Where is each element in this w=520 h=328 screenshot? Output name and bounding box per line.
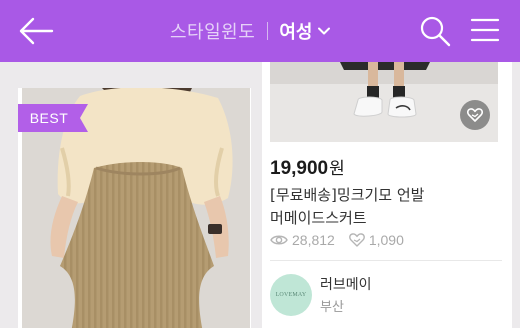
arrow-left-icon bbox=[19, 17, 54, 45]
seller-location: 부산 bbox=[320, 300, 344, 315]
price-value: 19,900 bbox=[270, 158, 329, 179]
best-badge: BEST bbox=[18, 104, 88, 132]
like-button[interactable] bbox=[460, 100, 490, 130]
seller-avatar-logo: LOVEMAY bbox=[275, 292, 307, 298]
like-count-value: 1,090 bbox=[368, 232, 404, 248]
product-name-line1: [무료배송]밍크기모 언발 bbox=[270, 186, 425, 204]
product-price: 19,900원 bbox=[270, 154, 345, 180]
seller-avatar: LOVEMAY bbox=[270, 274, 312, 316]
gender-filter-dropdown[interactable]: 여성 bbox=[279, 18, 331, 44]
back-button[interactable] bbox=[18, 15, 54, 47]
title-divider bbox=[267, 22, 269, 40]
like-count: 1,090 bbox=[348, 232, 404, 248]
heart-icon bbox=[348, 233, 365, 247]
search-icon bbox=[420, 16, 451, 47]
view-count: 28,812 bbox=[270, 232, 335, 248]
card-divider bbox=[270, 260, 502, 261]
heart-icon bbox=[467, 108, 483, 122]
gender-filter-label: 여성 bbox=[279, 22, 313, 43]
product-name-line2: 머메이드스커트 bbox=[270, 209, 367, 227]
menu-icon bbox=[470, 18, 500, 42]
product-stats: 28,812 1,090 bbox=[270, 232, 404, 248]
chevron-down-icon bbox=[318, 27, 331, 35]
product-name[interactable]: [무료배송]밍크기모 언발 머메이드스커트 bbox=[270, 184, 505, 230]
price-currency: 원 bbox=[329, 159, 345, 178]
eye-icon bbox=[270, 235, 288, 245]
top-app-bar: 스타일윈도 여성 bbox=[0, 0, 520, 62]
product-card[interactable]: 19,900원 [무료배송]밍크기모 언발 머메이드스커트 28,812 1,0… bbox=[262, 62, 512, 328]
product-photo[interactable] bbox=[270, 62, 498, 142]
search-button[interactable] bbox=[418, 14, 452, 48]
seller-name: 러브메이 bbox=[320, 277, 372, 293]
app-title: 스타일윈도 bbox=[170, 22, 256, 43]
seller-row[interactable]: LOVEMAY 러브메이 부산 bbox=[270, 270, 502, 320]
app-screen: 스타일윈도 여성 BEST 19,900원 [무료배송]밍크기모 언발 머메이드… bbox=[0, 0, 520, 328]
menu-button[interactable] bbox=[470, 16, 500, 44]
view-count-value: 28,812 bbox=[292, 232, 335, 248]
header-title-group: 스타일윈도 여성 bbox=[170, 0, 331, 62]
white-sneakers-photo bbox=[270, 62, 498, 142]
